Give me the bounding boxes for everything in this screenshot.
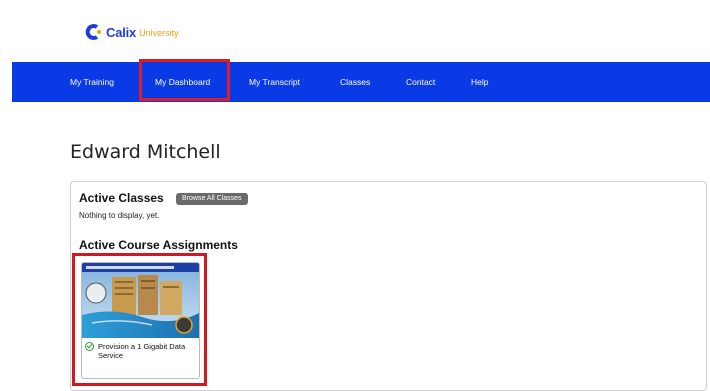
nav-classes[interactable]: Classes [340,62,370,102]
main-nav: My Training My Dashboard My Transcript C… [12,62,710,102]
user-name-heading: Edward Mitchell [70,141,221,163]
logo-sub: University [139,28,179,38]
nav-help[interactable]: Help [471,62,488,102]
nav-my-training[interactable]: My Training [70,62,114,102]
nav-my-transcript[interactable]: My Transcript [249,62,300,102]
completed-check-icon [85,342,94,351]
calix-university-logo[interactable]: Calix University [84,21,179,43]
calix-logo-icon [84,23,102,41]
active-assignments-title: Active Course Assignments [79,238,238,252]
nav-contact[interactable]: Contact [406,62,435,102]
logo-brand: Calix [106,24,137,40]
browse-all-classes-button[interactable]: Browse All Classes [176,193,248,205]
active-classes-empty-text: Nothing to display, yet. [79,211,160,220]
dashboard-highlight-box [139,59,230,101]
course-card[interactable]: Provision a 1 Gigabit Data Service [81,262,200,379]
course-title[interactable]: Provision a 1 Gigabit Data Service [98,342,194,360]
course-thumbnail-image [82,263,199,338]
active-classes-title: Active Classes [79,191,164,205]
